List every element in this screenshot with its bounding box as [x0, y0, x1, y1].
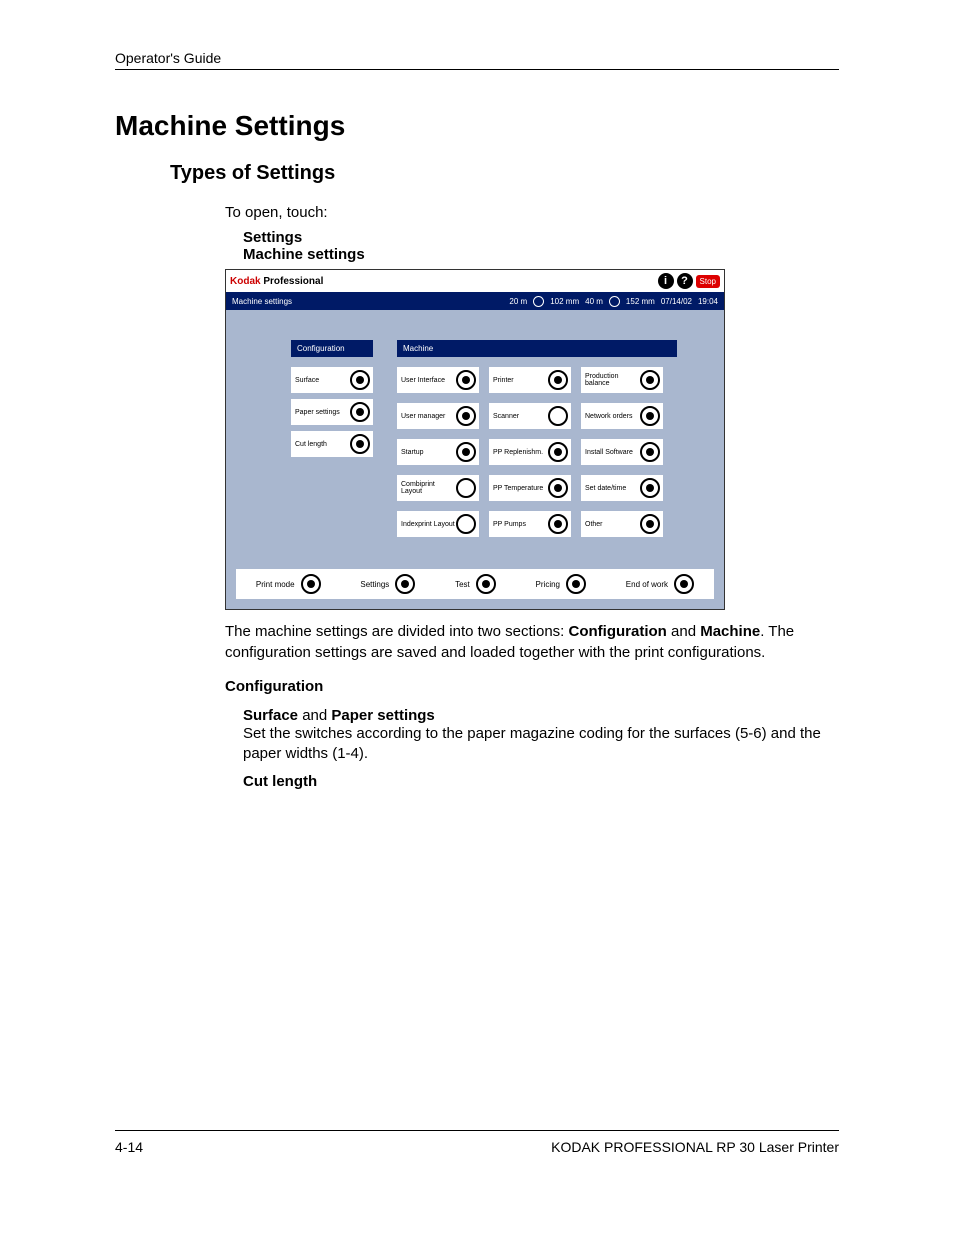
configuration-subhead: Configuration: [225, 677, 839, 697]
radio-icon: [350, 370, 370, 390]
machine-button[interactable]: Printer: [489, 367, 571, 393]
config-header: Configuration: [291, 340, 373, 357]
radio-icon: [640, 478, 660, 498]
machine-button[interactable]: Combiprint Layout: [397, 475, 479, 501]
radio-icon: [395, 574, 415, 594]
machine-button[interactable]: Set date/time: [581, 475, 663, 501]
footer-nav-button[interactable]: Pricing: [536, 574, 586, 594]
radio-icon: [640, 406, 660, 426]
machine-button-label: PP Pumps: [493, 521, 548, 528]
to-open-label: To open, touch:: [225, 203, 839, 223]
heading-1: Machine Settings: [115, 110, 839, 142]
machine-button[interactable]: PP Pumps: [489, 511, 571, 537]
description-paragraph: The machine settings are divided into tw…: [225, 622, 839, 663]
roll-icon: [609, 296, 620, 307]
radio-icon: [548, 478, 568, 498]
machine-button[interactable]: PP Replenishm.: [489, 439, 571, 465]
machine-button[interactable]: Production balance: [581, 367, 663, 393]
machine-button[interactable]: Startup: [397, 439, 479, 465]
surface-paper-heading: Surface and Paper settings: [243, 707, 839, 724]
roll-icon: [533, 296, 544, 307]
radio-icon: [674, 574, 694, 594]
surface-button[interactable]: Surface: [291, 367, 373, 393]
embedded-screenshot: Kodak Professional i ? Stop Machine sett…: [225, 269, 725, 610]
machine-button-label: Printer: [493, 377, 548, 384]
machine-button[interactable]: Install Software: [581, 439, 663, 465]
machine-button[interactable]: Other: [581, 511, 663, 537]
radio-icon: [548, 370, 568, 390]
machine-button-label: PP Temperature: [493, 485, 548, 492]
machine-button-label: Other: [585, 521, 640, 528]
machine-button-label: PP Replenishm.: [493, 449, 548, 456]
screenshot-footer: Print mode Settings Test Pricing End of work: [226, 559, 724, 609]
radio-icon: [640, 442, 660, 462]
machine-grid: User Interface Printer Production balance U…: [397, 367, 706, 537]
breadcrumb-settings: Settings: [243, 229, 839, 246]
screenshot-body: Configuration Surface Paper settings Cut…: [226, 310, 724, 559]
machine-button-label: Indexprint Layout: [401, 521, 456, 528]
heading-2: Types of Settings: [170, 162, 839, 185]
machine-button-label: Combiprint Layout: [401, 481, 456, 496]
stop-button[interactable]: Stop: [696, 275, 720, 288]
machine-button-label: Startup: [401, 449, 456, 456]
footer-nav-button[interactable]: End of work: [626, 574, 694, 594]
machine-button-label: User manager: [401, 413, 456, 420]
config-column: Configuration Surface Paper settings Cut…: [291, 340, 373, 537]
cut-length-button[interactable]: Cut length: [291, 431, 373, 457]
machine-header: Machine: [397, 340, 677, 357]
info-icon[interactable]: i: [658, 273, 674, 289]
machine-button-label: Production balance: [585, 373, 640, 388]
surface-paper-desc: Set the switches according to the paper …: [243, 724, 839, 765]
machine-button[interactable]: Indexprint Layout: [397, 511, 479, 537]
radio-icon: [456, 478, 476, 498]
radio-icon: [566, 574, 586, 594]
machine-button-label: Set date/time: [585, 485, 640, 492]
page-number: 4-14: [115, 1139, 143, 1155]
machine-button[interactable]: User Interface: [397, 367, 479, 393]
footer-nav-button[interactable]: Test: [455, 574, 496, 594]
radio-icon: [456, 442, 476, 462]
radio-icon: [640, 370, 660, 390]
footer-nav-button[interactable]: Print mode: [256, 574, 321, 594]
screenshot-titlebar: Kodak Professional i ? Stop: [226, 270, 724, 292]
radio-icon: [350, 402, 370, 422]
kodak-logo: Kodak Professional: [230, 276, 323, 287]
machine-button[interactable]: User manager: [397, 403, 479, 429]
radio-icon: [548, 406, 568, 426]
product-name: KODAK PROFESSIONAL RP 30 Laser Printer: [551, 1139, 839, 1155]
radio-icon: [548, 514, 568, 534]
machine-button-label: Network orders: [585, 413, 640, 420]
machine-button-label: User Interface: [401, 377, 456, 384]
help-icon[interactable]: ?: [677, 273, 693, 289]
status-right: 20 m 102 mm 40 m 152 mm 07/14/02 19:04: [509, 296, 718, 307]
machine-column: Machine User Interface Printer Production …: [397, 340, 706, 537]
machine-button-label: Scanner: [493, 413, 548, 420]
paper-settings-button[interactable]: Paper settings: [291, 399, 373, 425]
running-header: Operator's Guide: [115, 50, 839, 70]
status-title: Machine settings: [232, 297, 292, 306]
running-header-text: Operator's Guide: [115, 50, 221, 66]
breadcrumb-machine-settings: Machine settings: [243, 246, 839, 263]
machine-button[interactable]: Network orders: [581, 403, 663, 429]
radio-icon: [640, 514, 660, 534]
radio-icon: [476, 574, 496, 594]
machine-button[interactable]: PP Temperature: [489, 475, 571, 501]
radio-icon: [350, 434, 370, 454]
footer-nav-button[interactable]: Settings: [360, 574, 415, 594]
screenshot-statusbar: Machine settings 20 m 102 mm 40 m 152 mm…: [226, 292, 724, 310]
machine-button[interactable]: Scanner: [489, 403, 571, 429]
radio-icon: [456, 514, 476, 534]
intro-block: To open, touch:: [225, 203, 839, 223]
cut-length-subhead: Cut length: [243, 773, 839, 790]
radio-icon: [548, 442, 568, 462]
radio-icon: [456, 370, 476, 390]
radio-icon: [456, 406, 476, 426]
page-footer: 4-14 KODAK PROFESSIONAL RP 30 Laser Prin…: [115, 1130, 839, 1155]
radio-icon: [301, 574, 321, 594]
machine-button-label: Install Software: [585, 449, 640, 456]
